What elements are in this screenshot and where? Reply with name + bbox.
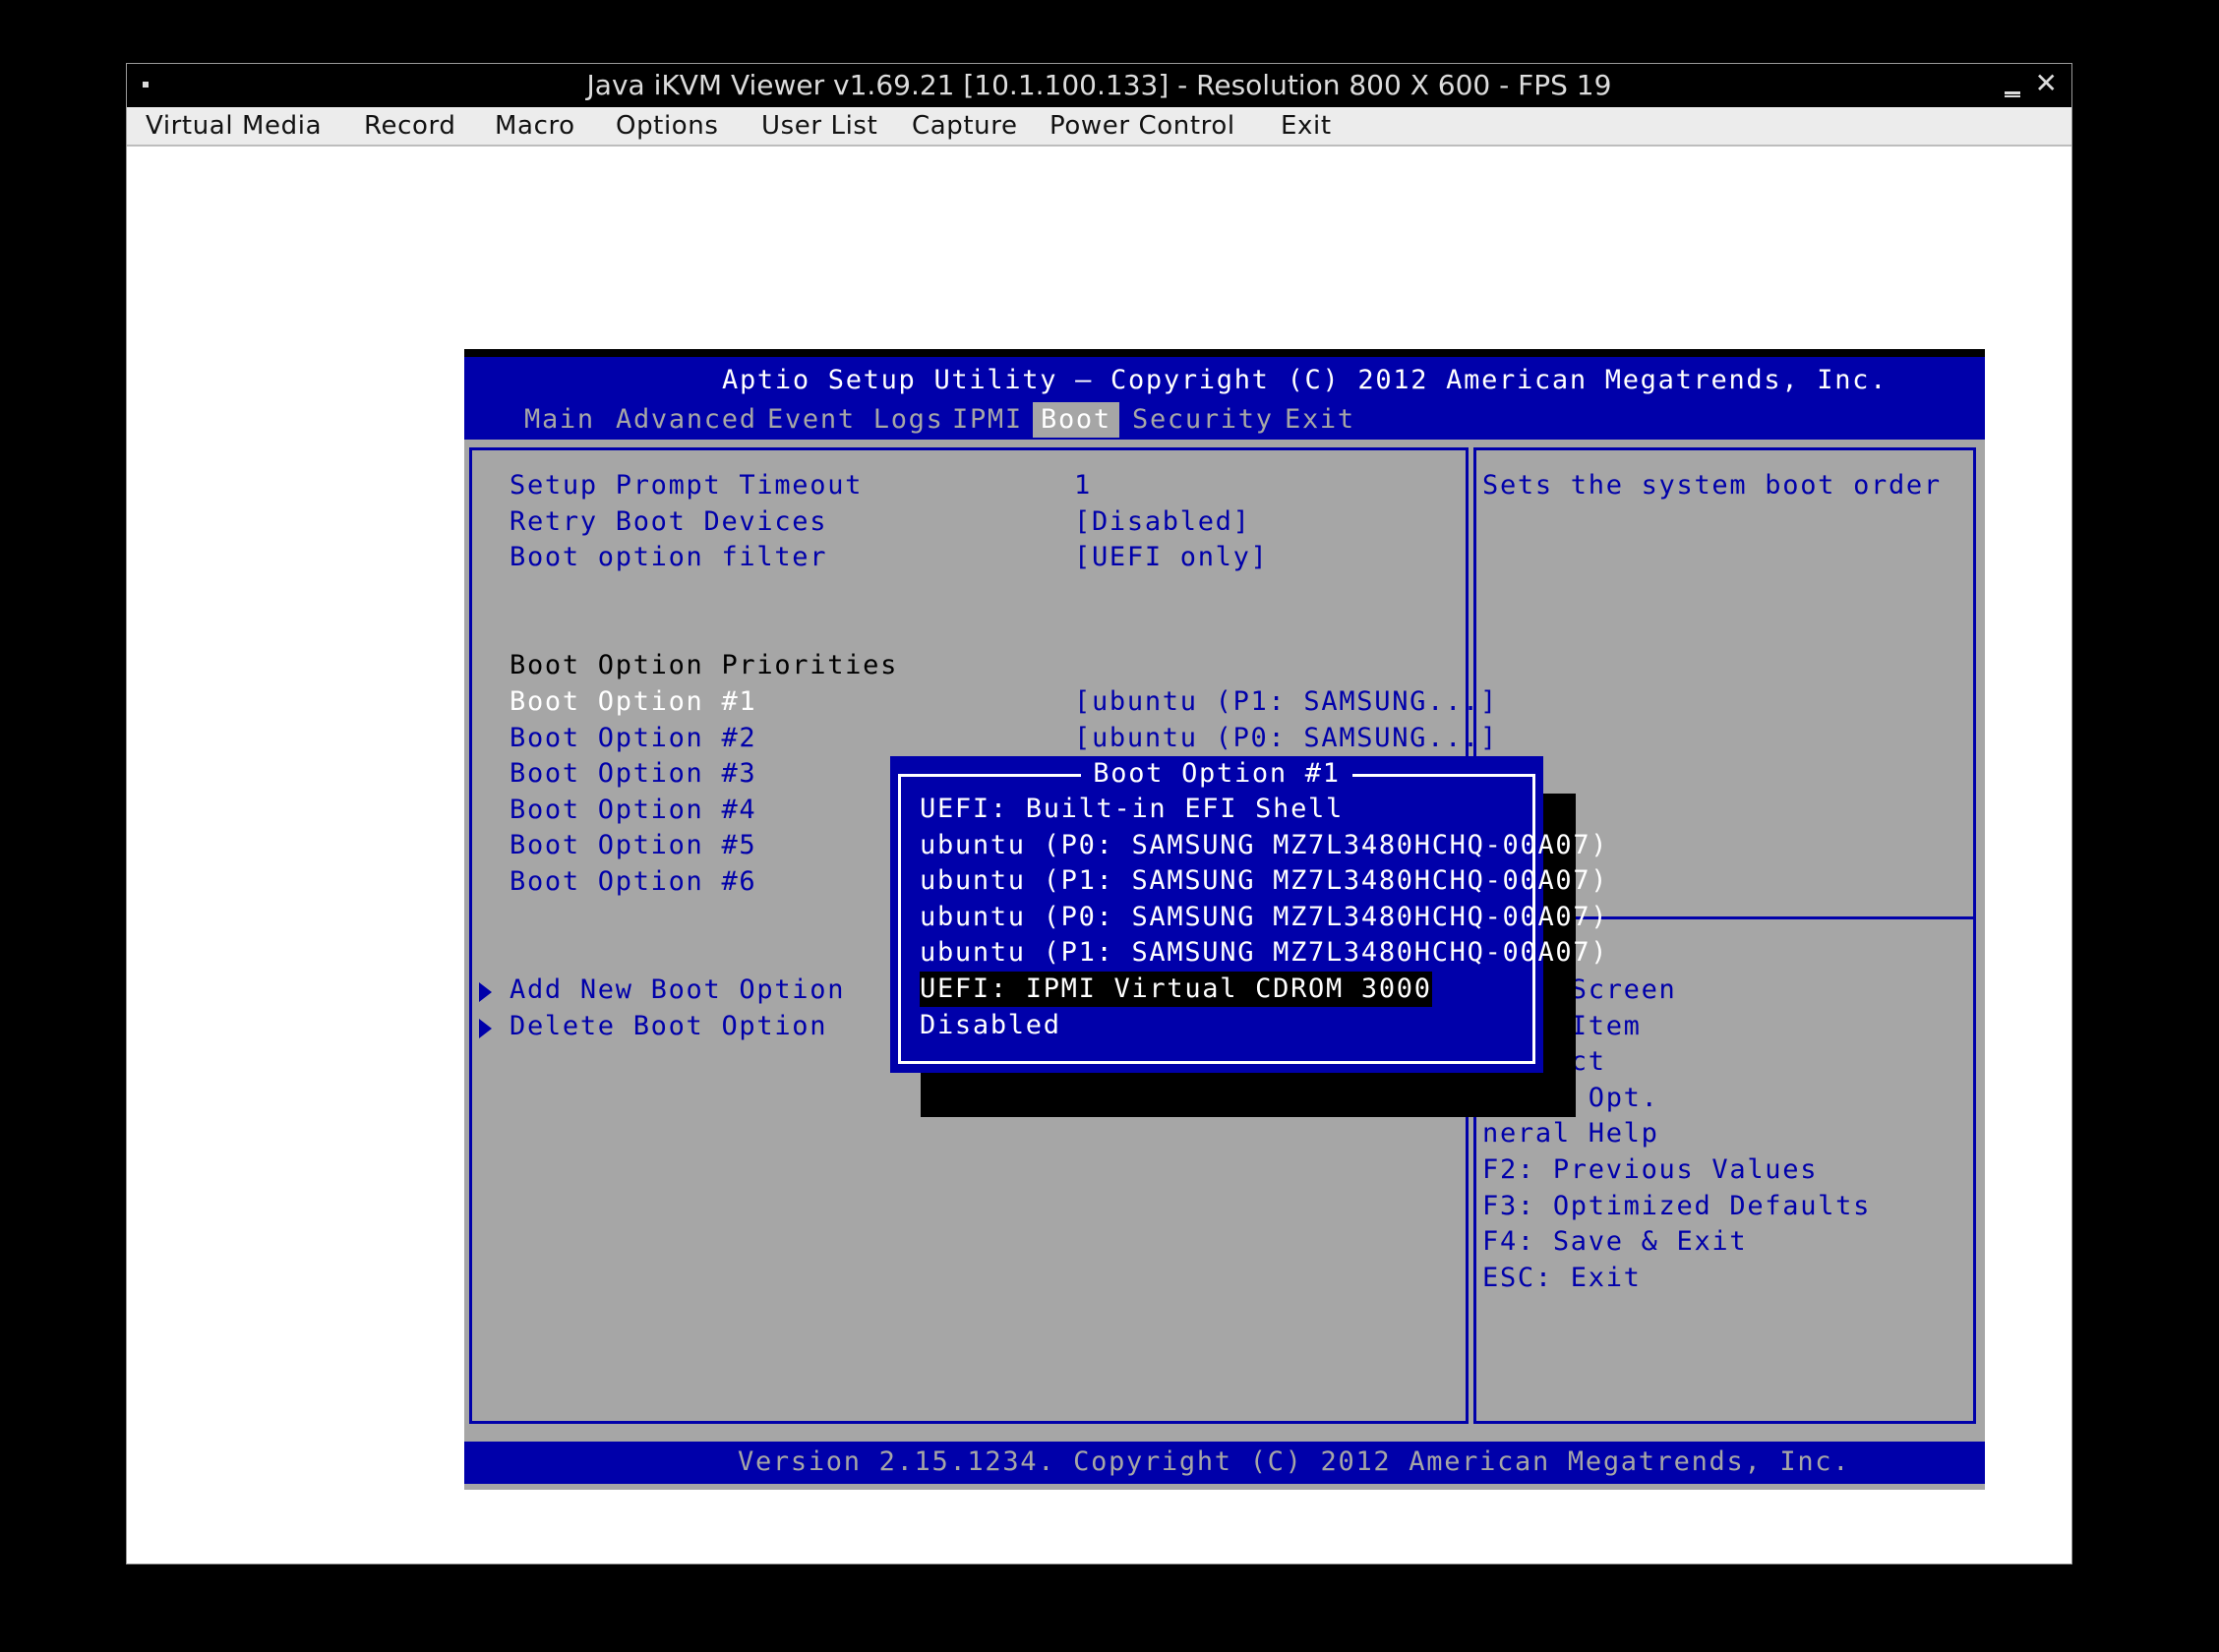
menu-capture[interactable]: Capture — [912, 111, 1018, 141]
popup-option[interactable]: Disabled — [920, 1008, 1061, 1043]
minimize-icon[interactable] — [2005, 91, 2020, 97]
boot-option-label[interactable]: Boot Option #1 — [510, 684, 756, 720]
key-help-line: F3: Optimized Defaults — [1482, 1191, 1872, 1221]
setting-label[interactable]: Retry Boot Devices — [510, 504, 827, 540]
boot-option-label[interactable]: Boot Option #3 — [510, 756, 756, 792]
help-text: Sets the system boot order — [1482, 470, 1942, 501]
boot-option-label[interactable]: Boot Option #4 — [510, 793, 756, 828]
menu-macro[interactable]: Macro — [495, 111, 575, 141]
popup-option[interactable]: ubuntu (P1: SAMSUNG MZ7L3480HCHQ-00A07) — [920, 935, 1608, 971]
tab-event-logs[interactable]: Event Logs — [767, 402, 944, 438]
boot-option-label[interactable]: Boot Option #2 — [510, 721, 756, 756]
footer-version: Version 2.15.1234. Copyright (C) 2012 Am… — [738, 1446, 1851, 1477]
popup-option[interactable]: ubuntu (P0: SAMSUNG MZ7L3480HCHQ-00A07) — [920, 828, 1608, 863]
popup-option[interactable]: ubuntu (P0: SAMSUNG MZ7L3480HCHQ-00A07) — [920, 900, 1608, 935]
boot-option-value[interactable]: [ubuntu (P0: SAMSUNG...] — [1074, 721, 1498, 756]
setting-label[interactable]: Setup Prompt Timeout — [510, 468, 863, 503]
setting-value[interactable]: [UEFI only] — [1074, 540, 1269, 575]
screen-top-edge — [464, 349, 1985, 357]
submenu-add-boot-option[interactable]: Add New Boot Option — [510, 973, 845, 1008]
popup-title-row: Boot Option #1 — [890, 756, 1543, 792]
menu-bar: Virtual Media Record Macro Options User … — [127, 107, 2071, 147]
key-help-line: F2: Previous Values — [1482, 1154, 1819, 1185]
setting-value[interactable]: 1 — [1074, 468, 1092, 503]
submenu-arrow-icon — [479, 1019, 492, 1038]
priorities-heading: Boot Option Priorities — [510, 650, 899, 680]
popup-title: Boot Option #1 — [1081, 758, 1352, 789]
close-icon[interactable]: ✕ — [2035, 70, 2058, 97]
popup-option-selected[interactable]: UEFI: IPMI Virtual CDROM 3000 — [920, 972, 1432, 1007]
setting-label[interactable]: Boot option filter — [510, 540, 827, 575]
boot-option-popup: Boot Option #1 UEFI: Built-in EFI Shell … — [890, 756, 1607, 1073]
menu-power-control[interactable]: Power Control — [1050, 111, 1235, 141]
menu-user-list[interactable]: User List — [761, 111, 877, 141]
tab-ipmi[interactable]: IPMI — [952, 402, 1023, 438]
key-help-line: F4: Save & Exit — [1482, 1226, 1748, 1257]
submenu-arrow-icon — [479, 982, 492, 1002]
bios-header: Aptio Setup Utility – Copyright (C) 2012… — [464, 357, 1985, 440]
submenu-delete-boot-option[interactable]: Delete Boot Option — [510, 1009, 827, 1044]
boot-option-label[interactable]: Boot Option #5 — [510, 828, 756, 863]
tab-boot[interactable]: Boot — [1033, 402, 1119, 438]
menu-exit[interactable]: Exit — [1281, 111, 1332, 141]
bios-title: Aptio Setup Utility – Copyright (C) 2012… — [722, 365, 1889, 395]
tab-security[interactable]: Security — [1132, 402, 1274, 438]
menu-record[interactable]: Record — [364, 111, 455, 141]
title-bar: Java iKVM Viewer v1.69.21 [10.1.100.133]… — [127, 64, 2071, 107]
key-help-line: neral Help — [1482, 1118, 1659, 1149]
popup-option[interactable]: UEFI: Built-in EFI Shell — [920, 792, 1344, 827]
boot-option-label[interactable]: Boot Option #6 — [510, 864, 756, 900]
tab-main[interactable]: Main — [524, 402, 595, 438]
boot-option-value[interactable]: [ubuntu (P1: SAMSUNG...] — [1074, 684, 1498, 720]
kvm-viewer-window: Java iKVM Viewer v1.69.21 [10.1.100.133]… — [126, 63, 2072, 1564]
remote-screen[interactable]: Aptio Setup Utility – Copyright (C) 2012… — [464, 349, 1985, 1490]
popup-option[interactable]: ubuntu (P1: SAMSUNG MZ7L3480HCHQ-00A07) — [920, 863, 1608, 899]
key-help-line: ESC: Exit — [1482, 1263, 1642, 1293]
window-title: Java iKVM Viewer v1.69.21 [10.1.100.133]… — [586, 69, 1612, 101]
tab-advanced[interactable]: Advanced — [616, 402, 757, 438]
menu-options[interactable]: Options — [616, 111, 719, 141]
bios-footer: Version 2.15.1234. Copyright (C) 2012 Am… — [464, 1442, 1985, 1484]
tab-exit[interactable]: Exit — [1285, 402, 1355, 438]
menu-virtual-media[interactable]: Virtual Media — [146, 111, 322, 141]
setting-value[interactable]: [Disabled] — [1074, 504, 1251, 540]
